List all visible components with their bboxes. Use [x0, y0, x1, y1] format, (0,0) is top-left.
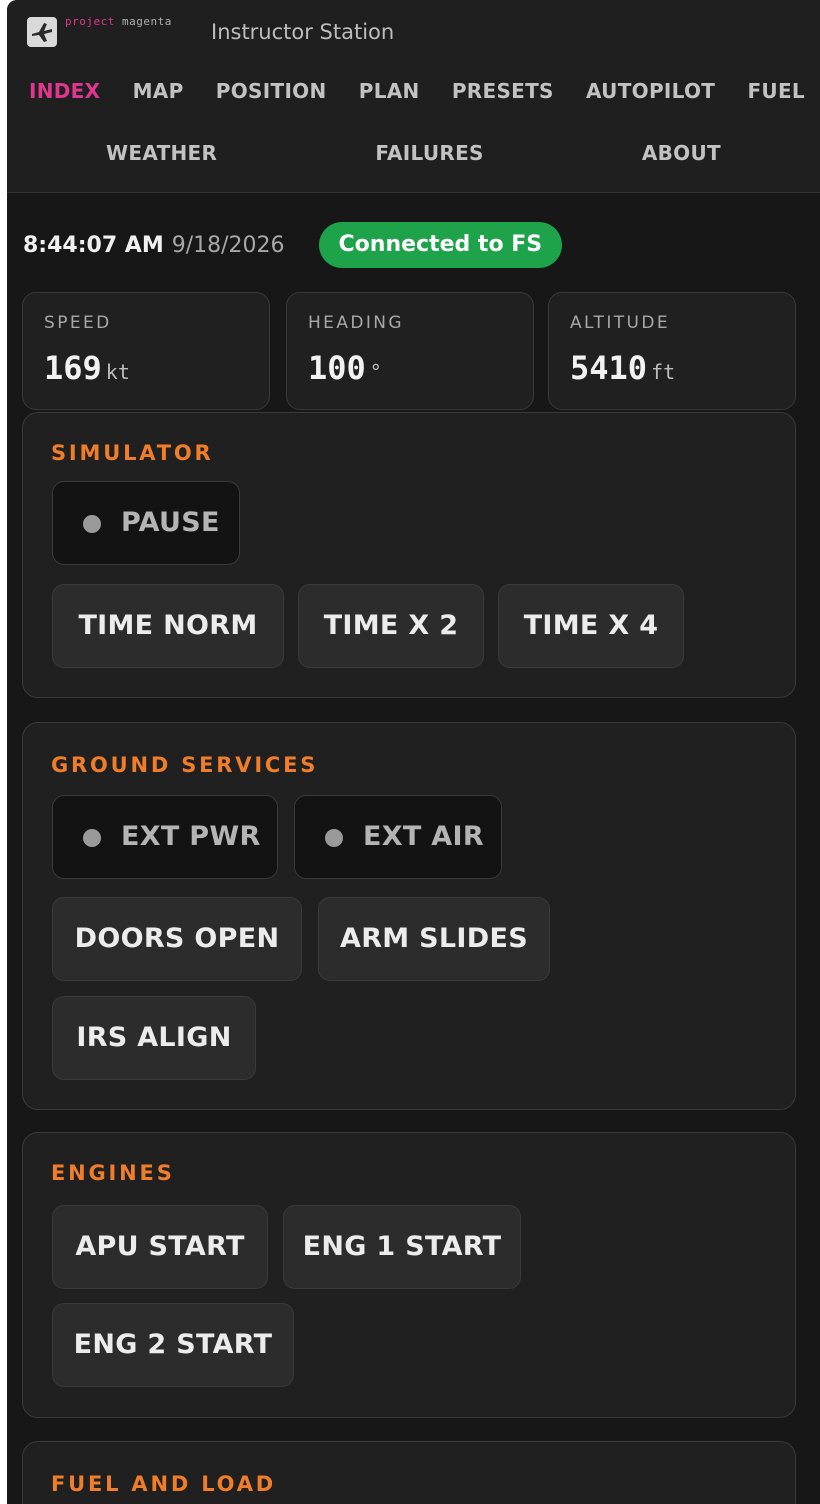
nav-tab-map[interactable]: MAP: [125, 76, 192, 106]
ext-pwr-label: EXT PWR: [121, 821, 261, 852]
eng-1-start-button[interactable]: ENG 1 START: [283, 1205, 521, 1289]
altitude-label: ALTITUDE: [570, 313, 671, 333]
altitude-card: ALTITUDE 5410 ft: [548, 292, 796, 410]
speed-label: SPEED: [44, 313, 112, 333]
simulator-panel: SIMULATOR PAUSE TIME NORM TIME X 2 TIME …: [22, 412, 796, 698]
time-x4-button[interactable]: TIME X 4: [498, 584, 684, 668]
current-date: 9/18/2026: [171, 232, 285, 258]
main-nav-row-1: INDEX MAP POSITION PLAN PRESETS AUTOPILO…: [21, 76, 813, 106]
time-x2-button[interactable]: TIME X 2: [298, 584, 484, 668]
simulator-title: SIMULATOR: [51, 441, 214, 465]
heading-readout: 100 °: [308, 349, 382, 387]
heading-value: 100: [308, 349, 366, 387]
brand-logo-text: project magenta: [65, 15, 172, 29]
nav-tab-index[interactable]: INDEX: [21, 76, 108, 106]
ext-air-indicator-icon: [325, 829, 343, 847]
ground-services-panel: GROUND SERVICES EXT PWR EXT AIR DOORS OP…: [22, 722, 796, 1110]
altitude-value: 5410: [570, 349, 648, 387]
status-bar: 8:44:07 AM 9/18/2026 Connected to FS: [23, 222, 563, 268]
ext-pwr-indicator-icon: [83, 829, 101, 847]
nav-tab-presets[interactable]: PRESETS: [444, 76, 562, 106]
airplane-logo-icon: [27, 17, 57, 47]
ext-pwr-toggle[interactable]: EXT PWR: [52, 795, 278, 879]
pause-label: PAUSE: [121, 507, 220, 538]
brand-logo-word-project: project: [65, 15, 115, 28]
heading-label: HEADING: [308, 313, 404, 333]
brand-logo-word-magenta: magenta: [121, 15, 172, 28]
fuel-and-load-title: FUEL AND LOAD: [51, 1472, 277, 1496]
ext-air-label: EXT AIR: [363, 821, 484, 852]
connection-status-badge: Connected to FS: [318, 222, 563, 268]
current-time: 8:44:07 AM: [23, 232, 164, 258]
ext-air-toggle[interactable]: EXT AIR: [294, 795, 502, 879]
speed-card: SPEED 169 kt: [22, 292, 270, 410]
engines-title: ENGINES: [51, 1161, 175, 1185]
irs-align-button[interactable]: IRS ALIGN: [52, 996, 256, 1080]
nav-tab-failures[interactable]: FAILURES: [367, 138, 491, 168]
nav-tab-position[interactable]: POSITION: [208, 76, 335, 106]
altitude-unit: ft: [651, 360, 676, 384]
heading-card: HEADING 100 °: [286, 292, 534, 410]
nav-tab-about[interactable]: ABOUT: [634, 138, 729, 168]
nav-tab-fuel[interactable]: FUEL: [739, 76, 813, 106]
arm-slides-button[interactable]: ARM SLIDES: [318, 897, 550, 981]
eng-2-start-button[interactable]: ENG 2 START: [52, 1303, 294, 1387]
engines-panel: ENGINES APU START ENG 1 START ENG 2 STAR…: [22, 1132, 796, 1418]
main-nav-row-2: WEATHER FAILURES ABOUT: [7, 138, 820, 168]
time-norm-button[interactable]: TIME NORM: [52, 584, 284, 668]
pause-toggle[interactable]: PAUSE: [52, 481, 240, 565]
apu-start-button[interactable]: APU START: [52, 1205, 268, 1289]
nav-tab-weather[interactable]: WEATHER: [98, 138, 225, 168]
app-header: project magenta Instructor Station INDEX…: [7, 0, 820, 193]
fuel-and-load-panel: FUEL AND LOAD: [22, 1441, 796, 1504]
speed-readout: 169 kt: [44, 349, 130, 387]
doors-open-button[interactable]: DOORS OPEN: [52, 897, 302, 981]
altitude-readout: 5410 ft: [570, 349, 675, 387]
ground-services-title: GROUND SERVICES: [51, 753, 319, 777]
speed-unit: kt: [105, 360, 130, 384]
instructor-station-window: project magenta Instructor Station INDEX…: [7, 0, 820, 1504]
heading-unit: °: [369, 360, 382, 384]
nav-tab-plan[interactable]: PLAN: [351, 76, 428, 106]
app-title: Instructor Station: [211, 20, 395, 44]
nav-tab-autopilot[interactable]: AUTOPILOT: [578, 76, 723, 106]
pause-indicator-icon: [83, 515, 101, 533]
speed-value: 169: [44, 349, 102, 387]
